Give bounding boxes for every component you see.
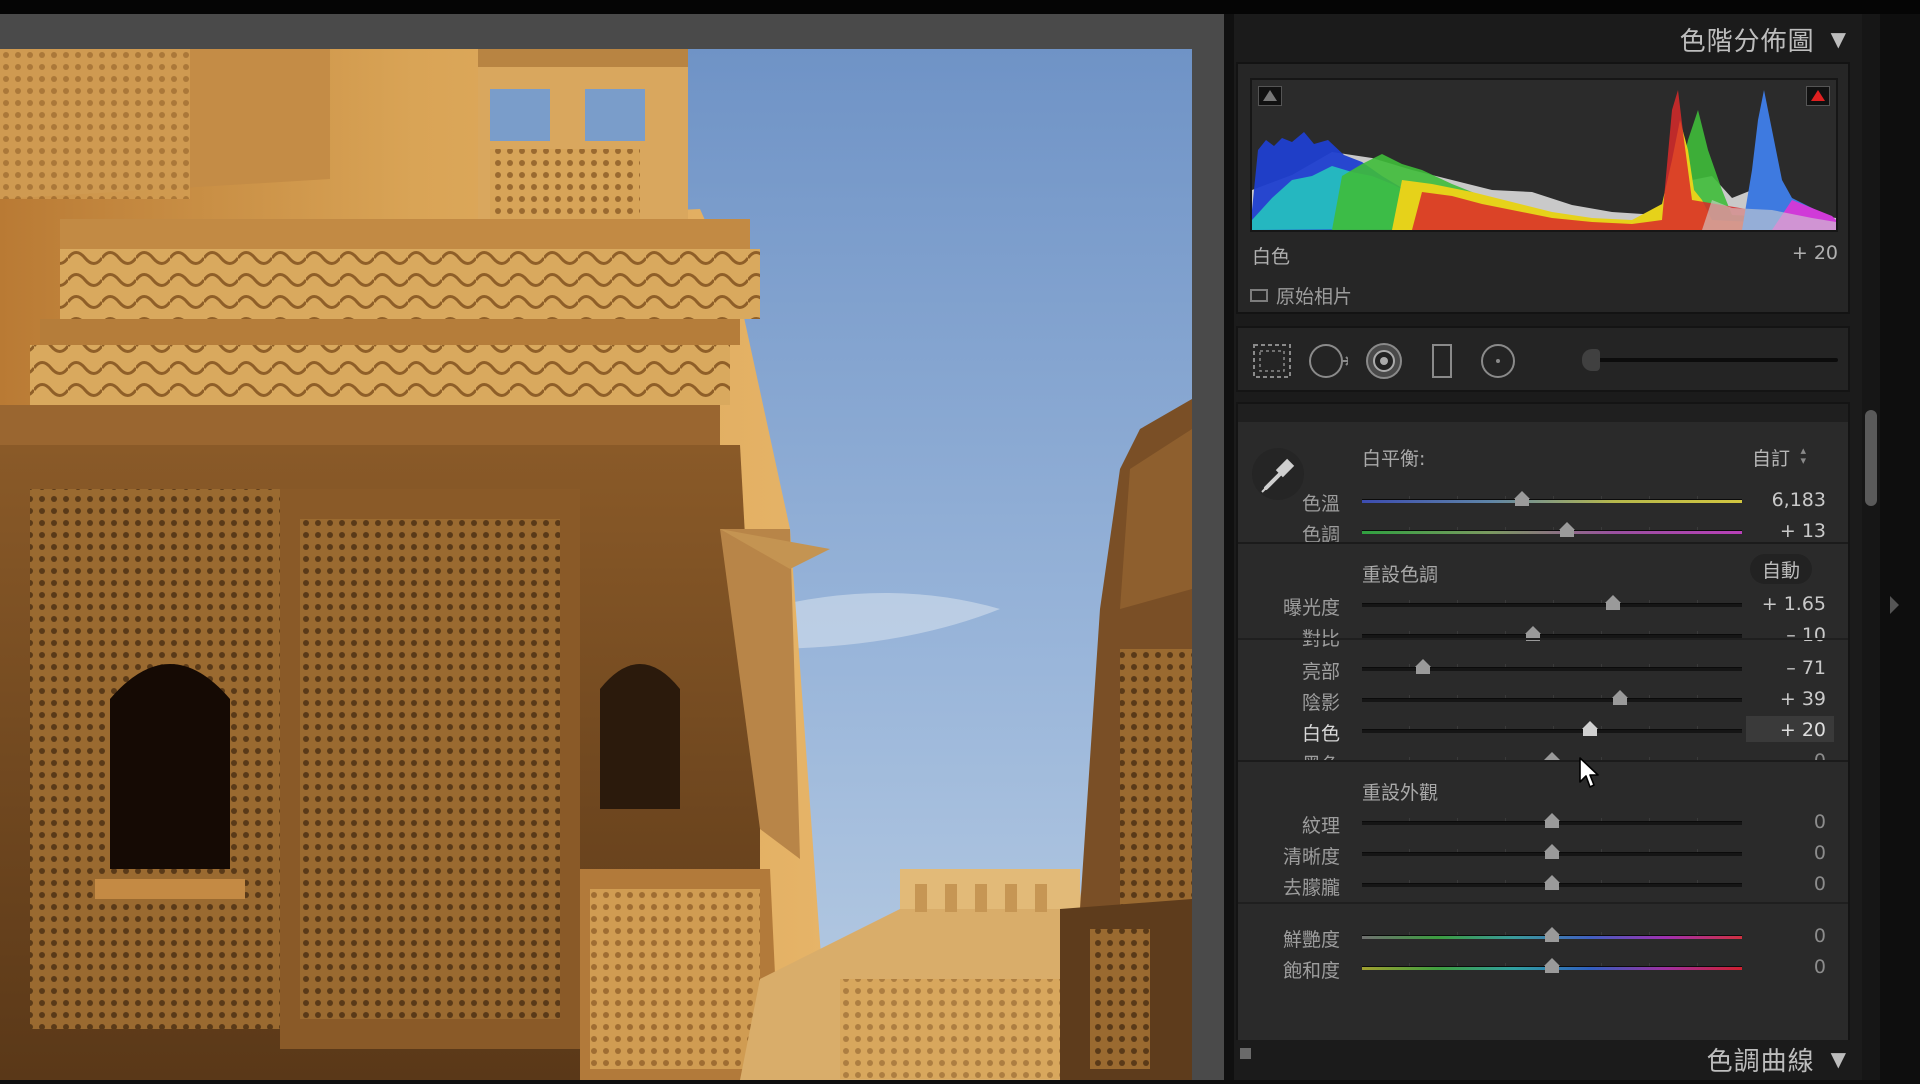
slider-row-shadows: 陰影 + 39 [1238, 685, 1848, 715]
spot-removal-icon[interactable] [1308, 341, 1348, 381]
dehaze-value-field[interactable]: 0 [1814, 873, 1826, 895]
histogram-panel: 白色 + 20 原始相片 [1236, 62, 1850, 314]
exposure-value-field[interactable]: + 1.65 [1762, 593, 1826, 615]
photo-image [0, 49, 1192, 1080]
updown-arrows-icon[interactable]: ▴ ▾ [1800, 445, 1806, 466]
vibrance-value-field[interactable]: 0 [1814, 925, 1826, 947]
tone-divider [1238, 638, 1848, 640]
slider-row-saturation: 飽和度 0 [1238, 953, 1848, 983]
white-balance-section: 白平衡: 自訂 ▴ ▾ 色溫 6,183 色調 + 13 [1238, 422, 1848, 546]
temp-slider-track[interactable] [1362, 491, 1742, 506]
auto-tone-button[interactable]: 自動 [1750, 554, 1812, 584]
whites-value-field[interactable]: + 20 [1780, 719, 1826, 741]
panel-scrollbar-thumb[interactable] [1865, 410, 1877, 506]
tone-curve-title: 色調曲線 [1706, 1046, 1815, 1077]
clarity-value-field[interactable]: 0 [1814, 842, 1826, 864]
slider-row-vibrance: 鮮艷度 0 [1238, 922, 1848, 952]
highlight-clipping-icon[interactable] [1806, 86, 1830, 106]
reset-tone-button[interactable]: 重設色調 [1362, 560, 1438, 587]
basic-panel: 白平衡: 自訂 ▴ ▾ 色溫 6,183 色調 + 13 重設色調 自動 曝光度 + 1.… [1236, 402, 1850, 1040]
histogram-readout-value: + 20 [1791, 242, 1838, 264]
highlights-value-field[interactable]: – 71 [1786, 657, 1826, 679]
vibrance-slider-track[interactable] [1362, 927, 1742, 942]
tone-curve-header[interactable]: 色調曲線 ▼ [1234, 1034, 1846, 1084]
original-photo-toggle[interactable]: 原始相片 [1250, 282, 1352, 309]
texture-slider-track[interactable] [1362, 813, 1742, 828]
triangle-down-icon[interactable]: ▼ [1831, 27, 1846, 51]
slider-label-dehaze: 去朦朧 [1282, 877, 1340, 899]
mouse-cursor-icon [1579, 757, 1599, 788]
temp-value-field[interactable]: 6,183 [1772, 489, 1826, 511]
tint-slider-track[interactable] [1362, 522, 1742, 537]
slider-label-clarity: 清晰度 [1282, 846, 1340, 868]
slider-row-exposure: 曝光度 + 1.65 [1238, 590, 1848, 620]
expand-right-arrow-icon[interactable] [1890, 596, 1899, 614]
saturation-value-field[interactable]: 0 [1814, 956, 1826, 978]
triangle-down-icon[interactable]: ▼ [1831, 1047, 1846, 1071]
brush-size-slider[interactable] [1588, 358, 1838, 362]
slider-row-contrast: 對比 – 10 [1238, 621, 1848, 651]
contrast-value-field[interactable]: – 10 [1786, 624, 1826, 646]
slider-row-texture: 紋理 0 [1238, 808, 1848, 838]
histogram-readout-label: 白色 [1252, 246, 1291, 268]
slider-row-clarity: 清晰度 0 [1238, 839, 1848, 869]
slider-label-temp: 色溫 [1301, 493, 1340, 515]
slider-row-highlights: 亮部 – 71 [1238, 654, 1848, 684]
texture-value-field[interactable]: 0 [1814, 811, 1826, 833]
window-top-strip [0, 0, 1920, 14]
graduated-filter-icon[interactable] [1422, 341, 1462, 381]
slider-row-temp: 色溫 6,183 [1238, 486, 1848, 516]
clarity-slider-track[interactable] [1362, 844, 1742, 859]
shadows-slider-track[interactable] [1362, 690, 1742, 705]
panel-scrollbar[interactable] [1862, 14, 1880, 1080]
slider-row-dehaze: 去朦朧 0 [1238, 870, 1848, 900]
saturation-slider-track[interactable] [1362, 958, 1742, 973]
white-balance-label: 白平衡: [1362, 448, 1426, 470]
shadows-value-field[interactable]: + 39 [1780, 688, 1826, 710]
reset-presence-button[interactable]: 重設外觀 [1362, 778, 1438, 805]
whites-slider-track[interactable] [1362, 721, 1742, 736]
tool-strip [1236, 326, 1850, 392]
presence-divider [1238, 902, 1848, 904]
panel-divider[interactable] [1224, 14, 1234, 1080]
histogram-readout: 白色 + 20 [1252, 242, 1838, 269]
shadow-clipping-icon[interactable] [1258, 86, 1282, 106]
tone-section: 重設色調 自動 曝光度 + 1.65 對比 – 10 亮部 – 71 陰影 + 39 白色 + … [1238, 542, 1848, 776]
slider-label-saturation: 飽和度 [1282, 960, 1340, 982]
presence-section: 重設外觀 紋理 0 清晰度 0 去朦朧 0 鮮艷度 0 飽和度 0 [1238, 760, 1848, 1040]
dehaze-slider-track[interactable] [1362, 875, 1742, 890]
slider-label-texture: 紋理 [1301, 815, 1340, 837]
white-balance-select[interactable]: 自訂 [1752, 444, 1790, 471]
highlights-slider-track[interactable] [1362, 659, 1742, 674]
slider-label-shadows: 陰影 [1301, 692, 1340, 714]
slider-label-exposure: 曝光度 [1282, 597, 1340, 619]
slider-label-vibrance: 鮮艷度 [1282, 929, 1340, 951]
adjustment-brush-icon[interactable] [1582, 349, 1600, 371]
crop-overlay-icon[interactable] [1252, 341, 1292, 381]
original-photo-label: 原始相片 [1276, 286, 1353, 308]
tint-value-field[interactable]: + 13 [1780, 520, 1826, 542]
slider-label-highlights: 亮部 [1301, 661, 1340, 683]
basic-panel-topbar [1238, 404, 1848, 423]
slider-row-whites: 白色 + 20 [1238, 716, 1848, 746]
slider-label-whites: 白色 [1301, 723, 1340, 745]
photo-preview-area[interactable] [0, 14, 1224, 1080]
panel-switch-icon[interactable] [1240, 1048, 1251, 1059]
checkbox-icon[interactable] [1250, 289, 1268, 302]
histogram-header[interactable]: 色階分佈圖 ▼ [1234, 14, 1846, 64]
radial-filter-icon[interactable] [1478, 341, 1518, 381]
histogram-title: 色階分佈圖 [1679, 26, 1815, 57]
red-eye-icon[interactable] [1364, 341, 1404, 381]
histogram-plot[interactable] [1250, 78, 1838, 232]
exposure-slider-track[interactable] [1362, 595, 1742, 610]
